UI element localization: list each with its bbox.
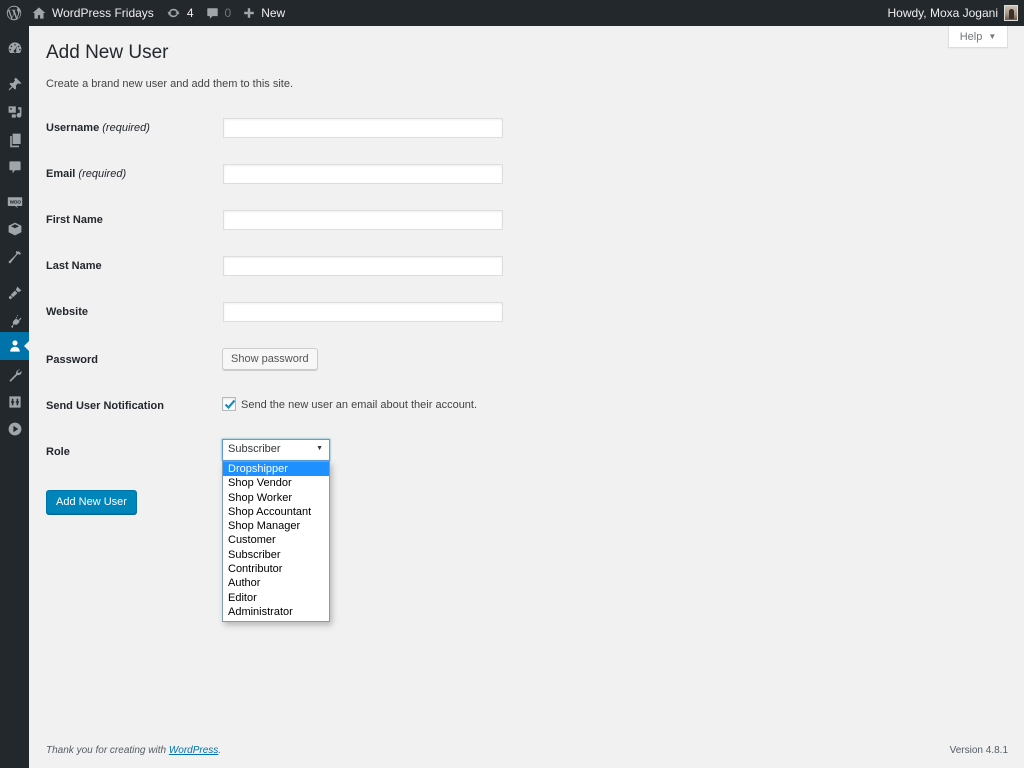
box-icon — [8, 222, 21, 236]
checkmark-icon — [224, 399, 236, 410]
new-label: New — [261, 6, 286, 20]
password-row: Password Show password — [46, 348, 506, 372]
caret-down-icon: ▼ — [316, 445, 323, 452]
role-row: Role Subscriber ▼ Dropshipper Shop Vendor… — [46, 439, 506, 623]
sidebar-item-settings[interactable] — [0, 388, 29, 416]
notification-row: Send User Notification Send the new user… — [46, 397, 506, 418]
username-label: Username (required) — [46, 122, 150, 134]
sidebar-item-dashboard[interactable] — [0, 34, 29, 62]
first-name-input[interactable] — [223, 210, 503, 230]
carrot-icon — [8, 250, 21, 264]
site-name-menu[interactable]: WordPress Fridays — [28, 0, 160, 26]
comments-menu[interactable]: 0 — [200, 0, 238, 26]
username-input[interactable] — [223, 118, 503, 138]
page-intro: Create a brand new user and add them to … — [46, 78, 294, 90]
admin-sidebar — [0, 26, 29, 768]
role-select[interactable]: Subscriber ▼ — [222, 439, 330, 461]
send-notification-checkbox[interactable] — [222, 397, 236, 411]
last-name-input[interactable] — [223, 256, 503, 276]
first-name-label: First Name — [46, 214, 103, 226]
notification-label: Send User Notification — [46, 400, 164, 412]
sidebar-item-plugins[interactable] — [0, 307, 29, 335]
comments-count: 0 — [224, 6, 232, 20]
role-option-editor[interactable]: Editor — [223, 591, 329, 605]
sidebar-item-posts[interactable] — [0, 70, 29, 98]
caret-down-icon: ▼ — [988, 32, 997, 41]
role-option-shop-vendor[interactable]: Shop Vendor — [223, 476, 329, 490]
sidebar-item-products[interactable] — [0, 215, 29, 243]
role-selected-value: Subscriber — [228, 443, 281, 455]
media-icon — [8, 106, 21, 118]
email-row: Email (required) — [46, 164, 506, 186]
sidebar-item-pages[interactable] — [0, 126, 29, 154]
required-tag: (required) — [102, 122, 150, 134]
wordpress-logo-menu[interactable] — [0, 0, 28, 26]
sidebar-item-marketing[interactable] — [0, 243, 29, 271]
play-icon — [8, 422, 21, 436]
updates-icon — [167, 8, 180, 18]
role-option-shop-accountant[interactable]: Shop Accountant — [223, 505, 329, 519]
plus-icon — [244, 8, 254, 18]
site-name: WordPress Fridays — [52, 6, 154, 20]
role-label: Role — [46, 446, 70, 458]
role-option-administrator[interactable]: Administrator — [223, 605, 329, 619]
footer-thanks: Thank you for creating with WordPress. — [46, 745, 222, 756]
role-option-customer[interactable]: Customer — [223, 533, 329, 547]
page-title: Add New User — [46, 42, 169, 63]
sidebar-item-woocommerce[interactable] — [0, 188, 29, 216]
updates-count: 4 — [186, 6, 194, 20]
send-notification-text[interactable]: Send the new user an email about their a… — [241, 399, 477, 411]
last-name-row: Last Name — [46, 256, 506, 278]
home-icon — [32, 7, 46, 19]
role-option-shop-manager[interactable]: Shop Manager — [223, 519, 329, 533]
pushpin-icon — [8, 77, 21, 91]
woo-icon — [7, 197, 22, 209]
password-label: Password — [46, 354, 98, 366]
wordpress-link[interactable]: WordPress — [169, 745, 218, 756]
comment-icon — [8, 161, 21, 174]
wordpress-logo-icon — [6, 5, 22, 21]
add-new-user-button[interactable]: Add New User — [46, 490, 137, 514]
role-option-subscriber[interactable]: Subscriber — [223, 548, 329, 562]
updates-menu[interactable]: 4 — [160, 0, 200, 26]
website-input[interactable] — [223, 302, 503, 322]
last-name-label: Last Name — [46, 260, 102, 272]
help-label: Help — [959, 30, 983, 43]
admin-bar: WordPress Fridays 4 0 New Howdy, Moxa Jo… — [0, 0, 1024, 26]
user-icon — [9, 340, 20, 352]
email-input[interactable] — [223, 164, 503, 184]
role-option-shop-worker[interactable]: Shop Worker — [223, 491, 329, 505]
show-password-button[interactable]: Show password — [222, 348, 318, 370]
required-tag: (required) — [78, 168, 127, 180]
role-dropdown-list: Dropshipper Shop Vendor Shop Worker Shop Ac… — [222, 461, 330, 623]
email-label: Email (required) — [46, 168, 127, 180]
wrench-icon — [8, 369, 22, 382]
plugin-icon — [10, 314, 21, 329]
settings-icon — [8, 396, 21, 408]
dashboard-icon — [8, 42, 21, 53]
sidebar-item-media[interactable] — [0, 98, 29, 126]
role-option-author[interactable]: Author — [223, 576, 329, 590]
website-row: Website — [46, 302, 506, 324]
role-option-contributor[interactable]: Contributor — [223, 562, 329, 576]
first-name-row: First Name — [46, 210, 506, 232]
comment-icon — [206, 7, 218, 19]
website-label: Website — [46, 306, 88, 318]
sidebar-item-appearance[interactable] — [0, 279, 29, 307]
my-account-menu[interactable]: Howdy, Moxa Jogani — [882, 0, 1024, 26]
greeting: Howdy, Moxa Jogani — [887, 6, 999, 20]
pages-icon — [9, 133, 21, 148]
help-tab-button[interactable]: Help ▼ — [948, 26, 1008, 48]
role-option-dropshipper[interactable]: Dropshipper — [223, 462, 329, 477]
sidebar-item-users[interactable] — [0, 332, 29, 360]
username-row: Username (required) — [46, 118, 506, 140]
avatar — [1004, 5, 1018, 21]
sidebar-item-comments[interactable] — [0, 153, 29, 181]
paintbrush-icon — [8, 286, 21, 300]
footer-version: Version 4.8.1 — [949, 745, 1008, 756]
sidebar-item-tools[interactable] — [0, 361, 29, 389]
sidebar-item-media-player[interactable] — [0, 415, 29, 443]
new-content-menu[interactable]: New — [237, 0, 291, 26]
